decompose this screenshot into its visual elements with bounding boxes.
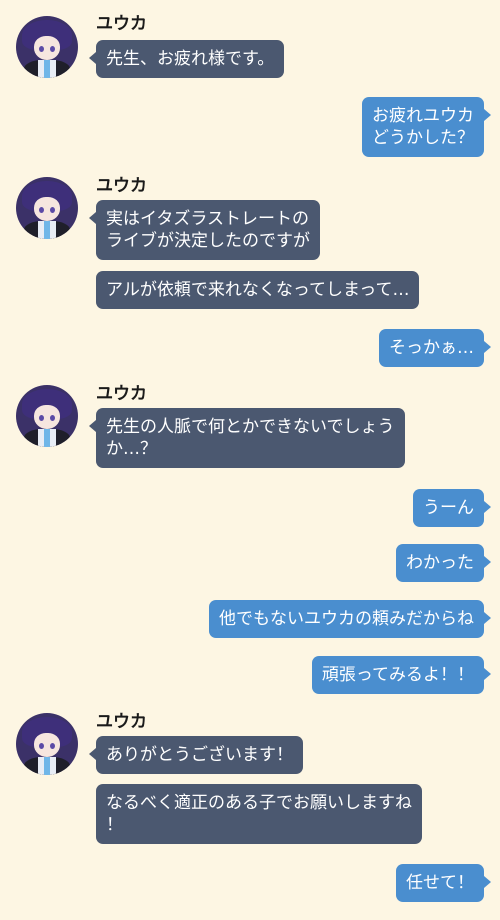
sender-name: ユウカ xyxy=(96,384,147,404)
yuuka-avatar[interactable] xyxy=(16,713,78,775)
incoming-message: 実はイタズラストレートの ライブが決定したのですが xyxy=(89,200,320,260)
sender-name: ユウカ xyxy=(96,14,147,34)
outgoing-message: 他でもないユウカの頼みだからね xyxy=(209,600,491,638)
incoming-message: 先生の人脈で何とかできないでしょう か…？ xyxy=(89,408,405,468)
yuuka-avatar[interactable] xyxy=(16,177,78,239)
outgoing-message: そっかぁ… xyxy=(379,329,491,367)
yuuka-avatar[interactable] xyxy=(16,385,78,447)
incoming-message: 先生、お疲れ様です。 xyxy=(88,40,285,78)
sender-name: ユウカ xyxy=(96,176,147,196)
incoming-message: なるべく適正のある子でお願いしますね ！ xyxy=(96,784,422,844)
outgoing-message: お疲れユウカ どうかした？ xyxy=(362,97,491,157)
outgoing-message: うーん xyxy=(413,489,491,527)
incoming-message: ありがとうございます！ xyxy=(89,736,303,774)
incoming-message: アルが依頼で来れなくなってしまって… xyxy=(96,271,420,309)
outgoing-message: わかった xyxy=(396,544,491,582)
outgoing-message: 任せて！ xyxy=(396,864,491,902)
sender-name: ユウカ xyxy=(96,712,147,732)
outgoing-message: 頑張ってみるよ！！ xyxy=(311,656,492,694)
yuuka-avatar[interactable] xyxy=(16,16,78,78)
